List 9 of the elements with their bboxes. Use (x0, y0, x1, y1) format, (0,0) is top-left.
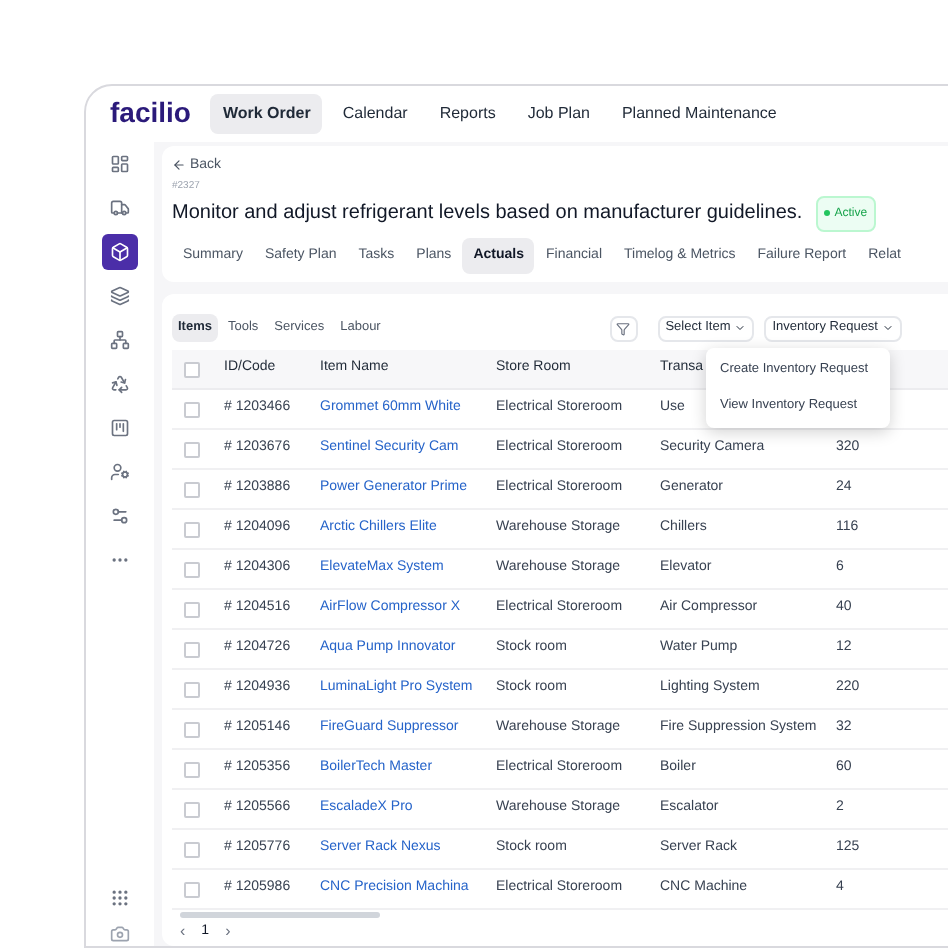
nav-tab[interactable]: Reports (427, 93, 508, 134)
nav-tab[interactable]: Job Plan (515, 93, 602, 134)
nav-tab[interactable]: Calendar (330, 93, 420, 134)
work-order-title: Monitor and adjust refrigerant levels based on manufacturer guidelines. (172, 199, 803, 227)
previous-page-button[interactable]: ‹ (180, 922, 186, 942)
next-page-button[interactable]: › (225, 922, 231, 942)
nav-tab[interactable]: Work Order (210, 93, 323, 134)
nav-tab[interactable]: Planned Maintenance (609, 93, 789, 134)
app-logo: facilio (110, 94, 191, 133)
